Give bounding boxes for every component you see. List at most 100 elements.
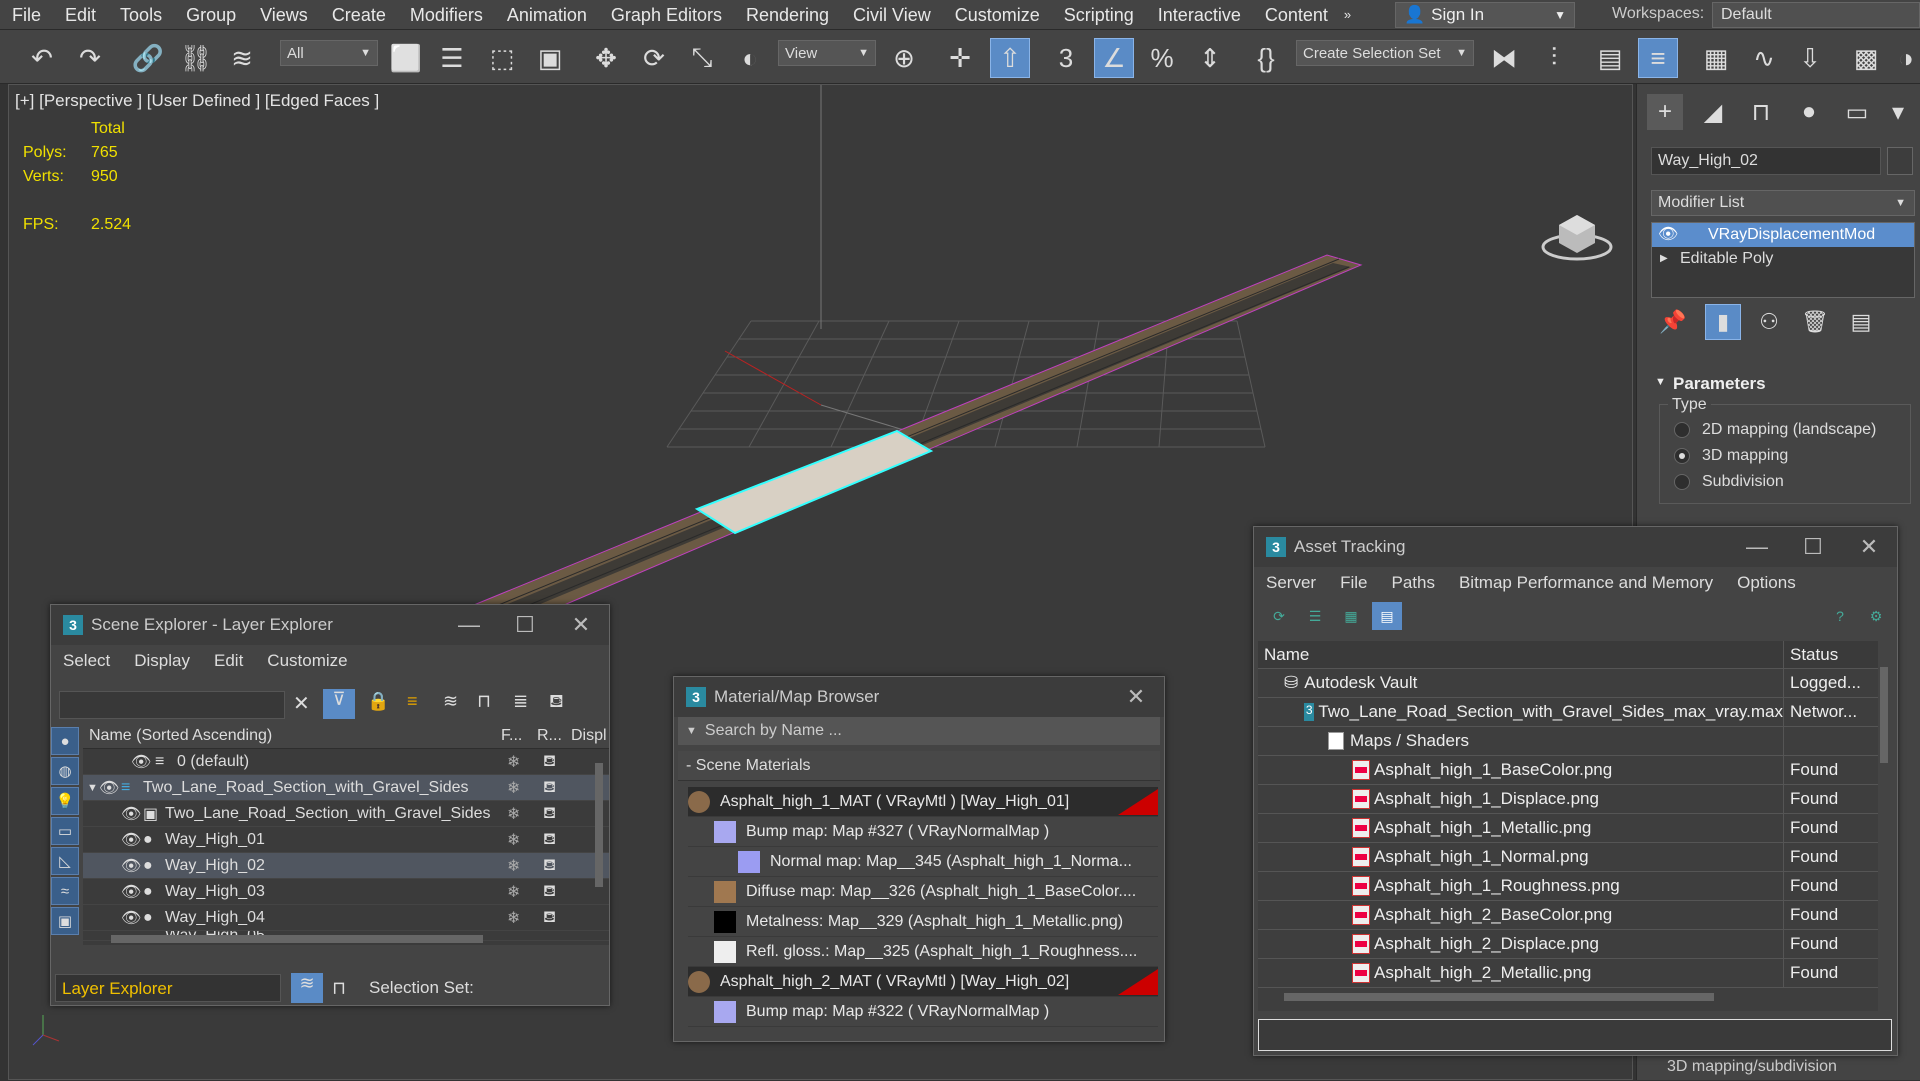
maximize-icon[interactable]: ☐	[1785, 534, 1841, 560]
menu-paths[interactable]: Paths	[1379, 573, 1446, 593]
display-groups-icon[interactable]: ▣	[51, 907, 79, 935]
show-end-result-icon[interactable]: ▮	[1705, 304, 1741, 340]
table-view-icon[interactable]: ▤	[1372, 602, 1402, 630]
select-by-name-icon[interactable]: ☰	[432, 38, 472, 78]
explorer-type-dropdown[interactable]: Layer Explorer	[55, 974, 281, 1002]
named-selection-dropdown[interactable]: Create Selection Set ▼	[1296, 40, 1474, 66]
eye-icon[interactable]: 👁	[1658, 223, 1678, 247]
radio-subdivision[interactable]: Subdivision	[1674, 473, 1784, 491]
menu-select[interactable]: Select	[51, 651, 122, 671]
minimize-icon[interactable]: —	[441, 612, 497, 638]
modify-tab-icon[interactable]: ◢	[1695, 94, 1731, 130]
map-row[interactable]: Bump map: Map #322 ( VRayNormalMap )	[688, 997, 1158, 1027]
vertical-scrollbar[interactable]	[595, 763, 603, 887]
angle-snap-icon[interactable]: ∠	[1094, 38, 1134, 78]
asset-row-vault[interactable]: ⛁ Autodesk Vault Logged...	[1258, 668, 1878, 698]
material-search-input[interactable]: ▼ Search by Name ...	[678, 717, 1160, 745]
object-name-field[interactable]: Way_High_02	[1651, 147, 1881, 175]
menu-scripting[interactable]: Scripting	[1052, 0, 1146, 30]
menu-content[interactable]: Content	[1253, 0, 1340, 30]
freeze-icon[interactable]: ❄	[507, 908, 520, 928]
lock-icon[interactable]: 🔒	[367, 691, 389, 712]
freeze-icon[interactable]: ❄	[507, 752, 520, 772]
eye-icon[interactable]: 👁	[131, 752, 151, 772]
map-row[interactable]: Normal map: Map__345 (Asphalt_high_1_Nor…	[688, 847, 1158, 877]
redo-icon[interactable]: ↷	[70, 38, 110, 78]
menu-overflow-icon[interactable]: »	[1340, 0, 1355, 30]
menu-graph-editors[interactable]: Graph Editors	[599, 0, 734, 30]
bind-spacewarp-icon[interactable]: ≋	[222, 38, 262, 78]
freeze-icon[interactable]: ❄	[507, 778, 520, 798]
display-lights-icon[interactable]: 💡	[51, 787, 79, 815]
scene-materials-group[interactable]: - Scene Materials	[678, 751, 1160, 781]
schematic-view-icon[interactable]: ⇩	[1790, 38, 1830, 78]
pin-stack-icon[interactable]: 📌	[1655, 304, 1691, 340]
menu-modifiers[interactable]: Modifiers	[398, 0, 495, 30]
selection-filter-dropdown[interactable]: All ▼	[280, 40, 378, 66]
snaps-toggle-icon[interactable]: 3	[1046, 38, 1086, 78]
filter-icon[interactable]: ⊽	[323, 689, 355, 719]
freeze-icon[interactable]: ❄	[507, 882, 520, 902]
freeze-icon[interactable]: ❄	[507, 830, 520, 850]
stack-item-editable-poly[interactable]: ▶ Editable Poly	[1652, 247, 1914, 271]
render-teapot-icon[interactable]: ⛾	[543, 908, 556, 928]
display-shapes-icon[interactable]: ◍	[51, 757, 79, 785]
undo-icon[interactable]: ↶	[22, 38, 62, 78]
pivot-center-icon[interactable]: ⊕	[884, 38, 924, 78]
render-teapot-icon[interactable]: ⛾	[543, 804, 556, 824]
eye-icon[interactable]: 👁	[99, 778, 119, 798]
window-crossing-icon[interactable]: ▣	[530, 38, 570, 78]
eye-icon[interactable]: 👁	[121, 908, 141, 928]
close-icon[interactable]: ✕	[1108, 684, 1164, 710]
menu-animation[interactable]: Animation	[495, 0, 599, 30]
modifier-list-dropdown[interactable]: Modifier List ▼	[1651, 190, 1915, 216]
map-row[interactable]: Refl. gloss.: Map__325 (Asphalt_high_1_R…	[688, 937, 1158, 967]
menu-customize[interactable]: Customize	[943, 0, 1052, 30]
material-editor-icon[interactable]: ▩	[1846, 38, 1886, 78]
create-layer-icon[interactable]: ≡	[407, 691, 418, 712]
menu-edit[interactable]: Edit	[202, 651, 255, 671]
menu-group[interactable]: Group	[174, 0, 248, 30]
column-freeze[interactable]: F...	[501, 727, 537, 745]
configure-modifier-sets-icon[interactable]: ▤	[1843, 304, 1879, 340]
thumbnail-view-icon[interactable]: ▦	[1336, 602, 1366, 630]
help-icon[interactable]: ?	[1825, 602, 1855, 630]
layer-mode-icon[interactable]: ≋	[291, 973, 323, 1003]
workspaces-select[interactable]: Default	[1712, 2, 1920, 28]
keyboard-shortcut-override-icon[interactable]: ⇧	[990, 38, 1030, 78]
column-render[interactable]: R...	[537, 727, 571, 745]
menu-interactive[interactable]: Interactive	[1146, 0, 1253, 30]
menu-bitmap-performance[interactable]: Bitmap Performance and Memory	[1447, 573, 1725, 593]
eye-icon[interactable]: 👁	[121, 856, 141, 876]
asset-row-png[interactable]: Asphalt_high_2_BaseColor.png Found	[1258, 900, 1878, 930]
layer-row-default[interactable]: 👁 ≡ 0 (default) ❄ ⛾	[83, 749, 609, 775]
asset-row-png[interactable]: Asphalt_high_1_Roughness.png Found	[1258, 871, 1878, 901]
display-spacewarps-icon[interactable]: ≈	[51, 877, 79, 905]
close-icon[interactable]: ✕	[1841, 534, 1897, 560]
asset-row-png[interactable]: Asphalt_high_2_Displace.png Found	[1258, 929, 1878, 959]
asset-row-maps-shaders[interactable]: Maps / Shaders	[1258, 726, 1878, 756]
curve-editor-icon[interactable]: ∿	[1744, 38, 1784, 78]
select-manipulate-icon[interactable]: ✛	[940, 38, 980, 78]
menu-file[interactable]: File	[0, 0, 53, 30]
menu-display[interactable]: Display	[122, 651, 202, 671]
horizontal-scrollbar[interactable]	[1284, 993, 1714, 1001]
reference-coord-dropdown[interactable]: View ▼	[778, 40, 876, 66]
display-helpers-icon[interactable]: ◺	[51, 847, 79, 875]
unlink-icon[interactable]: ⛓	[176, 38, 216, 78]
scene-explorer-titlebar[interactable]: 3 Scene Explorer - Layer Explorer — ☐ ✕	[51, 605, 609, 645]
edit-named-selection-icon[interactable]: {}	[1246, 38, 1286, 78]
radio-3d-mapping[interactable]: 3D mapping	[1674, 447, 1788, 465]
list-view-icon[interactable]: ☰	[1300, 602, 1330, 630]
placement-icon[interactable]: ◐	[730, 38, 770, 78]
render-teapot-icon[interactable]: ⛾	[543, 882, 556, 902]
render-teapot-icon[interactable]: ⛾	[543, 830, 556, 850]
object-row-two-lane-road[interactable]: 👁 ▣ Two_Lane_Road_Section_with_Gravel_Side…	[83, 801, 609, 827]
asset-row-png[interactable]: Asphalt_high_1_Displace.png Found	[1258, 784, 1878, 814]
expand-arrow-icon[interactable]: ▶	[1660, 247, 1668, 271]
menu-civil-view[interactable]: Civil View	[841, 0, 943, 30]
asset-row-max-file[interactable]: 3 Two_Lane_Road_Section_with_Gravel_Sides…	[1258, 697, 1878, 727]
hierarchy-tab-icon[interactable]: ⊓	[1743, 94, 1779, 130]
layer-row-two-lane-road[interactable]: ▼ 👁 ≡ Two_Lane_Road_Section_with_Gravel_Sid…	[83, 775, 609, 801]
object-row-way-high-02[interactable]: 👁 ● Way_High_02 ❄ ⛾	[83, 853, 609, 879]
